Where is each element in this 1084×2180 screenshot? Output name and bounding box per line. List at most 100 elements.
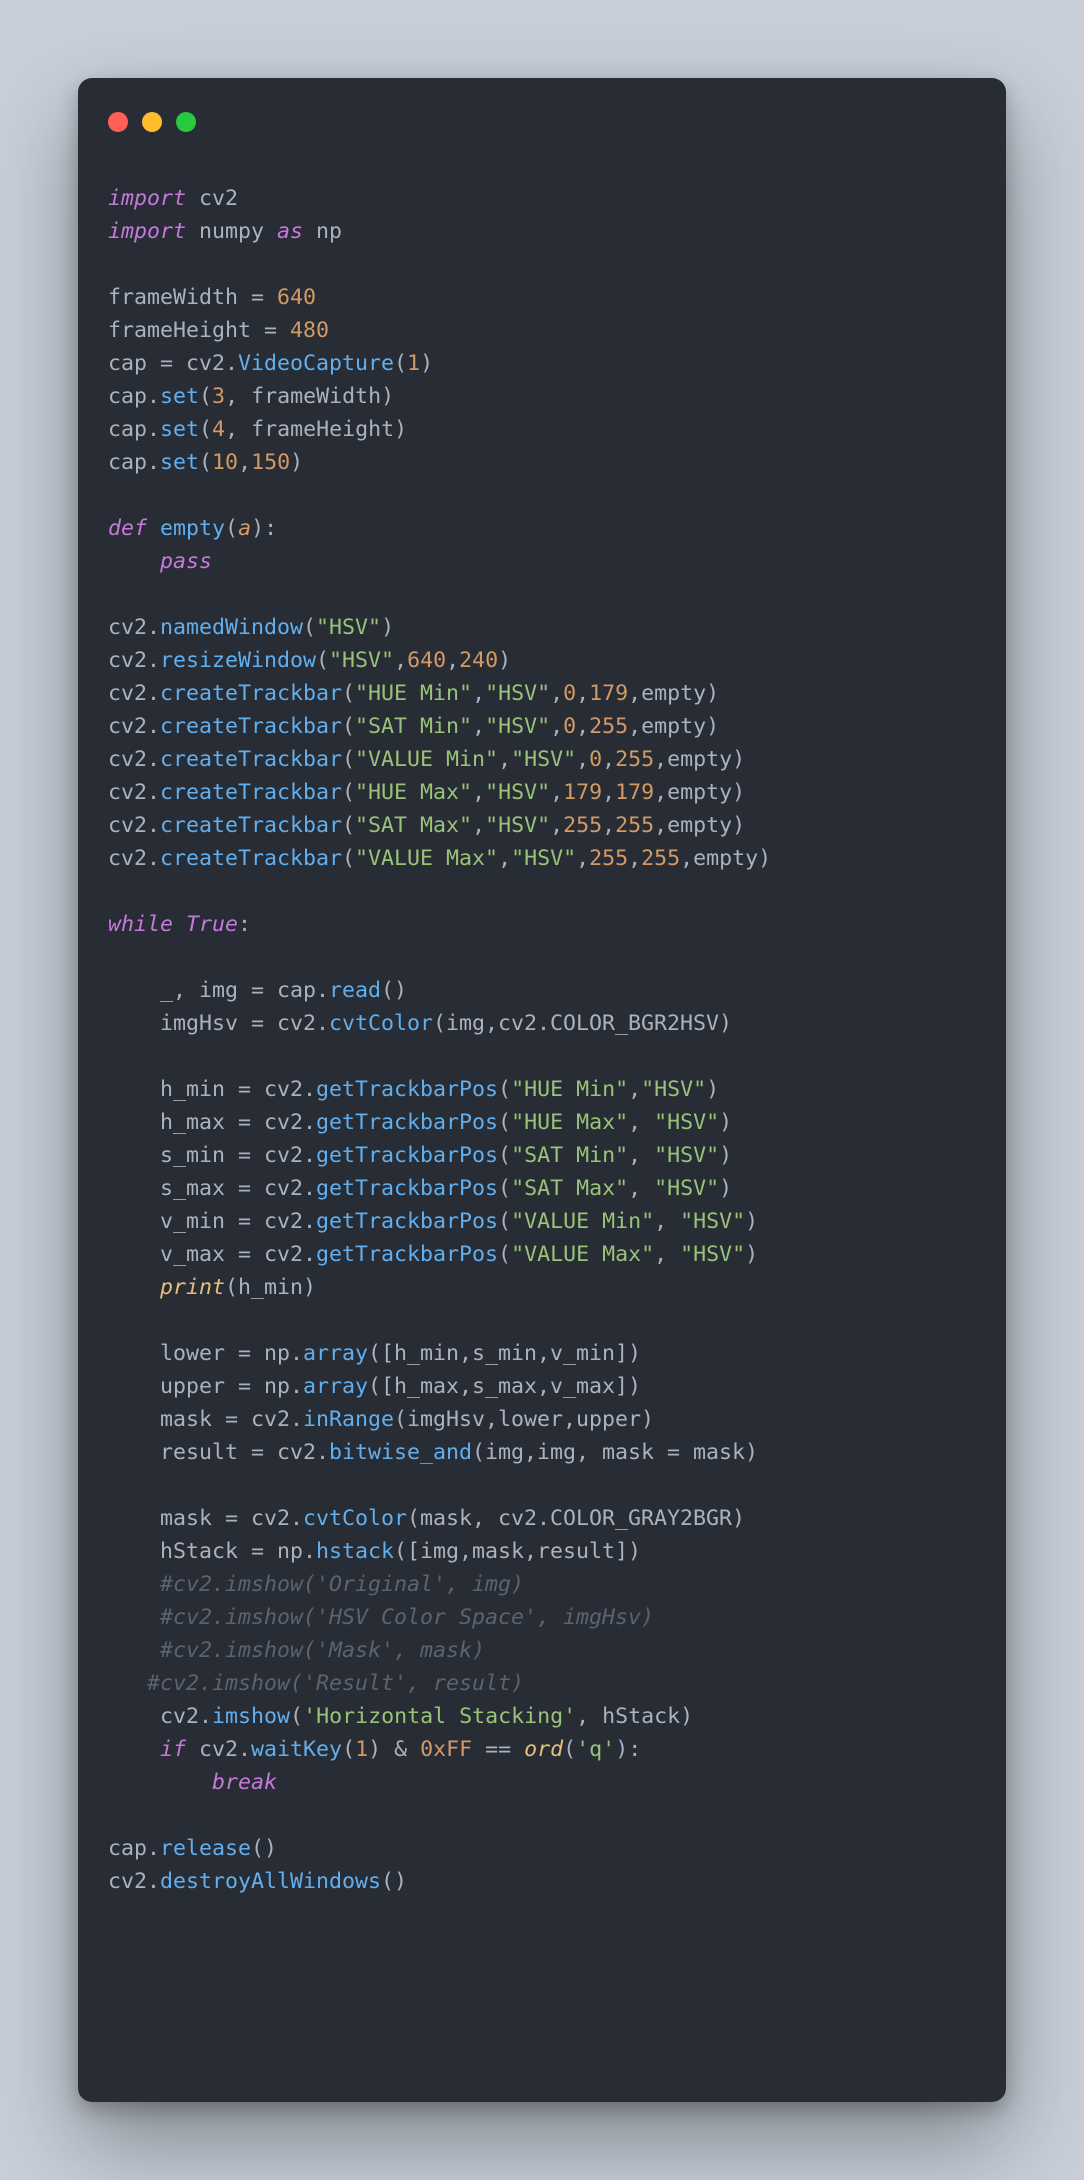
args: (img,img, mask = mask) [472, 1440, 758, 1465]
str-q: 'q' [576, 1737, 615, 1762]
expr: v_max = cv2. [160, 1242, 316, 1267]
comma: , [550, 681, 563, 706]
fn-waitkey: waitKey [251, 1737, 342, 1762]
args: (imgHsv,lower,upper) [394, 1407, 654, 1432]
fn-ord: ord [524, 1737, 563, 1762]
str-hue-max: "HUE Max" [355, 780, 472, 805]
args: ,empty) [680, 846, 771, 871]
code-window: import cv2 import numpy as np frameWidth… [78, 78, 1006, 2102]
kw-as: as [277, 219, 303, 244]
fn-set: set [160, 384, 199, 409]
num-1: 1 [355, 1737, 368, 1762]
str-hsv: "HSV" [511, 846, 576, 871]
code-block: import cv2 import numpy as np frameWidth… [108, 182, 976, 2072]
op: ) & [368, 1737, 420, 1762]
str-value-max: "VALUE Max" [511, 1242, 654, 1267]
comment: #cv2.imshow('HSV Color Space', imgHsv) [108, 1605, 654, 1630]
indent [108, 1539, 160, 1564]
expr: s_max = cv2. [160, 1176, 316, 1201]
num-0xff: 0xFF [420, 1737, 472, 1762]
num-255: 255 [563, 813, 602, 838]
comma: , [602, 747, 615, 772]
num-255: 255 [641, 846, 680, 871]
comma: , [238, 450, 251, 475]
comma: , [576, 747, 589, 772]
paren: ( [394, 351, 407, 376]
str-hue-min: "HUE Min" [355, 681, 472, 706]
args: ,empty) [654, 780, 745, 805]
expr: cap. [108, 1836, 160, 1861]
paren: () [251, 1836, 277, 1861]
expr: cv2. [108, 780, 160, 805]
indent [108, 1704, 160, 1729]
comma: , [654, 1242, 680, 1267]
paren: ( [563, 1737, 576, 1762]
str-hsv: "HSV" [485, 681, 550, 706]
str-value-min: "VALUE Min" [355, 747, 498, 772]
kw-import: import [108, 219, 186, 244]
paren: ( [498, 1110, 511, 1135]
expr: cv2. [160, 1704, 212, 1729]
fn-gettrackbarpos: getTrackbarPos [316, 1110, 498, 1135]
indent [108, 978, 160, 1003]
str-hsv: "HSV" [485, 714, 550, 739]
expr: cv2. [108, 648, 160, 673]
fn-createtrackbar: createTrackbar [160, 747, 342, 772]
args: (mask, cv2.COLOR_GRAY2BGR) [407, 1506, 745, 1531]
expr: cv2. [108, 846, 160, 871]
minimize-icon[interactable] [142, 112, 162, 132]
paren: ( [342, 681, 355, 706]
expr: result = cv2. [160, 1440, 329, 1465]
num-0: 0 [589, 747, 602, 772]
str-hsv: "HSV" [511, 747, 576, 772]
str-horizontal-stacking: 'Horizontal Stacking' [303, 1704, 576, 1729]
indent [108, 1341, 160, 1366]
paren: ( [342, 846, 355, 871]
comma: , [628, 1143, 654, 1168]
args: ,empty) [654, 813, 745, 838]
fn-hstack: hstack [316, 1539, 394, 1564]
indent [108, 1275, 160, 1300]
expr: h_min = cv2. [160, 1077, 316, 1102]
num-640: 640 [277, 285, 316, 310]
expr: upper = np. [160, 1374, 303, 1399]
fn-gettrackbarpos: getTrackbarPos [316, 1143, 498, 1168]
fn-imshow: imshow [212, 1704, 290, 1729]
close-icon[interactable] [108, 112, 128, 132]
paren: ): [251, 516, 277, 541]
fn-createtrackbar: createTrackbar [160, 846, 342, 871]
fn-gettrackbarpos: getTrackbarPos [316, 1077, 498, 1102]
num-255: 255 [615, 813, 654, 838]
fn-createtrackbar: createTrackbar [160, 714, 342, 739]
comment: #cv2.imshow('Result', result) [108, 1671, 524, 1696]
fn-gettrackbarpos: getTrackbarPos [316, 1176, 498, 1201]
window-traffic-lights [108, 112, 196, 132]
comma: , [472, 813, 485, 838]
str-hue-min: "HUE Min" [511, 1077, 628, 1102]
fn-resizewindow: resizeWindow [160, 648, 316, 673]
num-179: 179 [615, 780, 654, 805]
kw-if: if [160, 1737, 186, 1762]
comma: , [602, 813, 615, 838]
str-hsv: "HSV" [654, 1110, 719, 1135]
indent [108, 1770, 212, 1795]
fn-videocapture: VideoCapture [238, 351, 394, 376]
paren: ) [719, 1110, 732, 1135]
num-255: 255 [589, 846, 628, 871]
expr: cap = cv2. [108, 351, 238, 376]
args: ([img,mask,result]) [394, 1539, 641, 1564]
paren: ( [498, 1242, 511, 1267]
comment: #cv2.imshow('Original', img) [108, 1572, 524, 1597]
kw-def: def [108, 516, 147, 541]
args: ([h_min,s_min,v_min]) [368, 1341, 641, 1366]
fn-set: set [160, 417, 199, 442]
expr: cv2. [108, 747, 160, 772]
paren: ) [706, 1077, 719, 1102]
fn-createtrackbar: createTrackbar [160, 813, 342, 838]
indent [108, 1209, 160, 1234]
str-hsv: "HSV" [654, 1176, 719, 1201]
maximize-icon[interactable] [176, 112, 196, 132]
paren: ) [420, 351, 433, 376]
expr: cv2. [108, 1869, 160, 1894]
indent [108, 1407, 160, 1432]
